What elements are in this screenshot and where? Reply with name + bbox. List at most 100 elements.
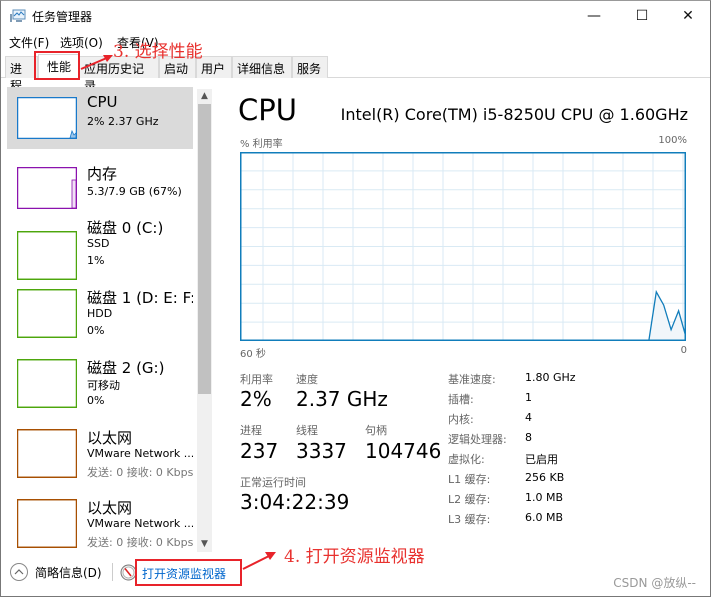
task-manager-app-icon xyxy=(10,9,26,22)
spec-value: 6.0 MB xyxy=(525,511,564,524)
resource-detail: VMware Network ... xyxy=(87,447,193,460)
resource-throughput: 发送: 0 接收: 0 Kbps xyxy=(87,466,193,479)
resource-name: 磁盘 0 (C:) xyxy=(87,219,164,237)
cpu-thumbnail-graph xyxy=(17,97,77,139)
task-manager-window: 任务管理器 — ☐ ✕ 文件(F) 选项(O) 查看(V) 进程 性能 应用历史… xyxy=(0,0,711,597)
resource-detail: 可移动 xyxy=(87,379,120,392)
close-icon: ✕ xyxy=(682,8,694,24)
annotation-highlight-performance-tab xyxy=(34,51,80,80)
scroll-up-arrow-icon[interactable]: ▲ xyxy=(197,89,212,104)
spec-label: 虚拟化: xyxy=(448,453,485,466)
resource-detail: SSD xyxy=(87,237,110,250)
spec-label: 内核: xyxy=(448,413,474,426)
speed-label: 速度 xyxy=(296,373,318,386)
annotation-arrow-icon xyxy=(80,55,113,70)
resource-item-disk1[interactable]: 磁盘 1 (D: E: F:) HDD 0% xyxy=(7,287,193,349)
spec-value: 1.80 GHz xyxy=(525,371,576,384)
annotation-arrow-icon xyxy=(242,552,276,570)
window-title: 任务管理器 xyxy=(32,10,93,24)
watermark: CSDN @放纵-- xyxy=(613,576,696,590)
processes-value: 237 xyxy=(240,439,279,463)
resource-item-ethernet-2[interactable]: 以太网 VMware Network ... 发送: 0 接收: 0 Kbps xyxy=(7,497,193,552)
speed-value: 2.37 GHz xyxy=(296,387,388,411)
resource-detail: 2% 2.37 GHz xyxy=(87,115,159,128)
spec-value: 1 xyxy=(525,391,532,404)
annotation-step4-text: 4. 打开资源监视器 xyxy=(284,547,425,567)
cpu-detail-pane: CPU Intel(R) Core(TM) i5-8250U CPU @ 1.6… xyxy=(226,87,696,537)
annotation-step3-text: 3. 选择性能 xyxy=(113,42,203,62)
resource-detail: 5.3/7.9 GB (67%) xyxy=(87,185,182,198)
spec-label: L3 缓存: xyxy=(448,513,491,526)
spec-value: 4 xyxy=(525,411,532,424)
detail-title: CPU xyxy=(238,93,297,127)
graph-y-label: % 利用率 xyxy=(240,139,283,150)
scroll-down-arrow-icon[interactable]: ▼ xyxy=(197,537,212,552)
resource-list: CPU 2% 2.37 GHz 内存 5.3/7.9 GB (67%) 磁盘 0… xyxy=(5,87,193,552)
disk0-thumbnail-graph xyxy=(17,231,77,280)
utilization-label: 利用率 xyxy=(240,373,273,386)
utilization-value: 2% xyxy=(240,387,272,411)
resource-item-disk0[interactable]: 磁盘 0 (C:) SSD 1% xyxy=(7,217,193,280)
spec-label: 基准速度: xyxy=(448,373,496,386)
processes-label: 进程 xyxy=(240,424,262,437)
ethernet1-thumbnail-graph xyxy=(17,429,77,478)
footer-divider xyxy=(112,563,113,581)
graph-x-right-label: 0 xyxy=(680,345,687,356)
cpu-utilization-graph xyxy=(240,152,686,341)
close-button[interactable]: ✕ xyxy=(665,1,711,31)
title-bar: 任务管理器 — ☐ ✕ xyxy=(1,1,710,31)
spec-label: 逻辑处理器: xyxy=(448,433,507,446)
graph-x-left-label: 60 秒 xyxy=(240,349,266,360)
menu-options[interactable]: 选项(O) xyxy=(60,34,103,51)
ethernet2-thumbnail-graph xyxy=(17,499,77,548)
cpu-model-name: Intel(R) Core(TM) i5-8250U CPU @ 1.60GHz xyxy=(340,105,688,124)
resource-usage: 0% xyxy=(87,324,105,337)
resource-item-disk2[interactable]: 磁盘 2 (G:) 可移动 0% xyxy=(7,357,193,419)
spec-value: 1.0 MB xyxy=(525,491,564,504)
uptime-value: 3:04:22:39 xyxy=(240,490,350,514)
scrollbar-thumb[interactable] xyxy=(198,104,211,394)
tab-details[interactable]: 详细信息 xyxy=(232,56,292,78)
maximize-button[interactable]: ☐ xyxy=(619,1,665,31)
spec-value: 已启用 xyxy=(525,453,558,466)
annotation-highlight-resource-monitor xyxy=(135,559,242,586)
resource-usage: 0% xyxy=(87,394,105,407)
handles-value: 104746 xyxy=(365,439,442,463)
resource-name: 内存 xyxy=(87,165,118,183)
maximize-icon: ☐ xyxy=(635,8,649,24)
chevron-up-circle-icon xyxy=(10,563,28,581)
resource-item-memory[interactable]: 内存 5.3/7.9 GB (67%) xyxy=(7,157,193,219)
uptime-label: 正常运行时间 xyxy=(240,476,306,489)
threads-value: 3337 xyxy=(296,439,347,463)
menu-file[interactable]: 文件(F) xyxy=(9,34,49,51)
tab-services[interactable]: 服务 xyxy=(292,56,328,78)
resource-name: 以太网 xyxy=(87,429,133,447)
graph-y-max-label: 100% xyxy=(658,135,687,146)
disk2-thumbnail-graph xyxy=(17,359,77,408)
resource-name: CPU xyxy=(87,93,118,111)
handles-label: 句柄 xyxy=(365,424,387,437)
resource-item-cpu[interactable]: CPU 2% 2.37 GHz xyxy=(7,87,193,149)
resource-name: 以太网 xyxy=(87,499,133,517)
resource-item-ethernet-1[interactable]: 以太网 VMware Network ... 发送: 0 接收: 0 Kbps xyxy=(7,427,193,489)
menu-bar: 文件(F) 选项(O) 查看(V) xyxy=(1,32,710,52)
resource-list-scrollbar[interactable]: ▲ ▼ xyxy=(197,89,212,552)
spec-label: 插槽: xyxy=(448,393,474,406)
resource-detail: VMware Network ... xyxy=(87,517,193,530)
collapse-button[interactable]: 简略信息(D) xyxy=(9,562,102,582)
disk1-thumbnail-graph xyxy=(17,289,77,338)
resource-name: 磁盘 1 (D: E: F:) xyxy=(87,289,193,307)
spec-value: 8 xyxy=(525,431,532,444)
resource-detail: HDD xyxy=(87,307,113,320)
spec-label: L2 缓存: xyxy=(448,493,491,506)
memory-thumbnail-graph xyxy=(17,167,77,209)
collapse-label: 简略信息(D) xyxy=(35,565,102,580)
resource-name: 磁盘 2 (G:) xyxy=(87,359,165,377)
resource-throughput: 发送: 0 接收: 0 Kbps xyxy=(87,536,193,549)
threads-label: 线程 xyxy=(296,424,318,437)
spec-label: L1 缓存: xyxy=(448,473,491,486)
resource-usage: 1% xyxy=(87,254,105,267)
spec-value: 256 KB xyxy=(525,471,565,484)
minimize-icon: — xyxy=(587,8,601,24)
minimize-button[interactable]: — xyxy=(571,1,617,31)
